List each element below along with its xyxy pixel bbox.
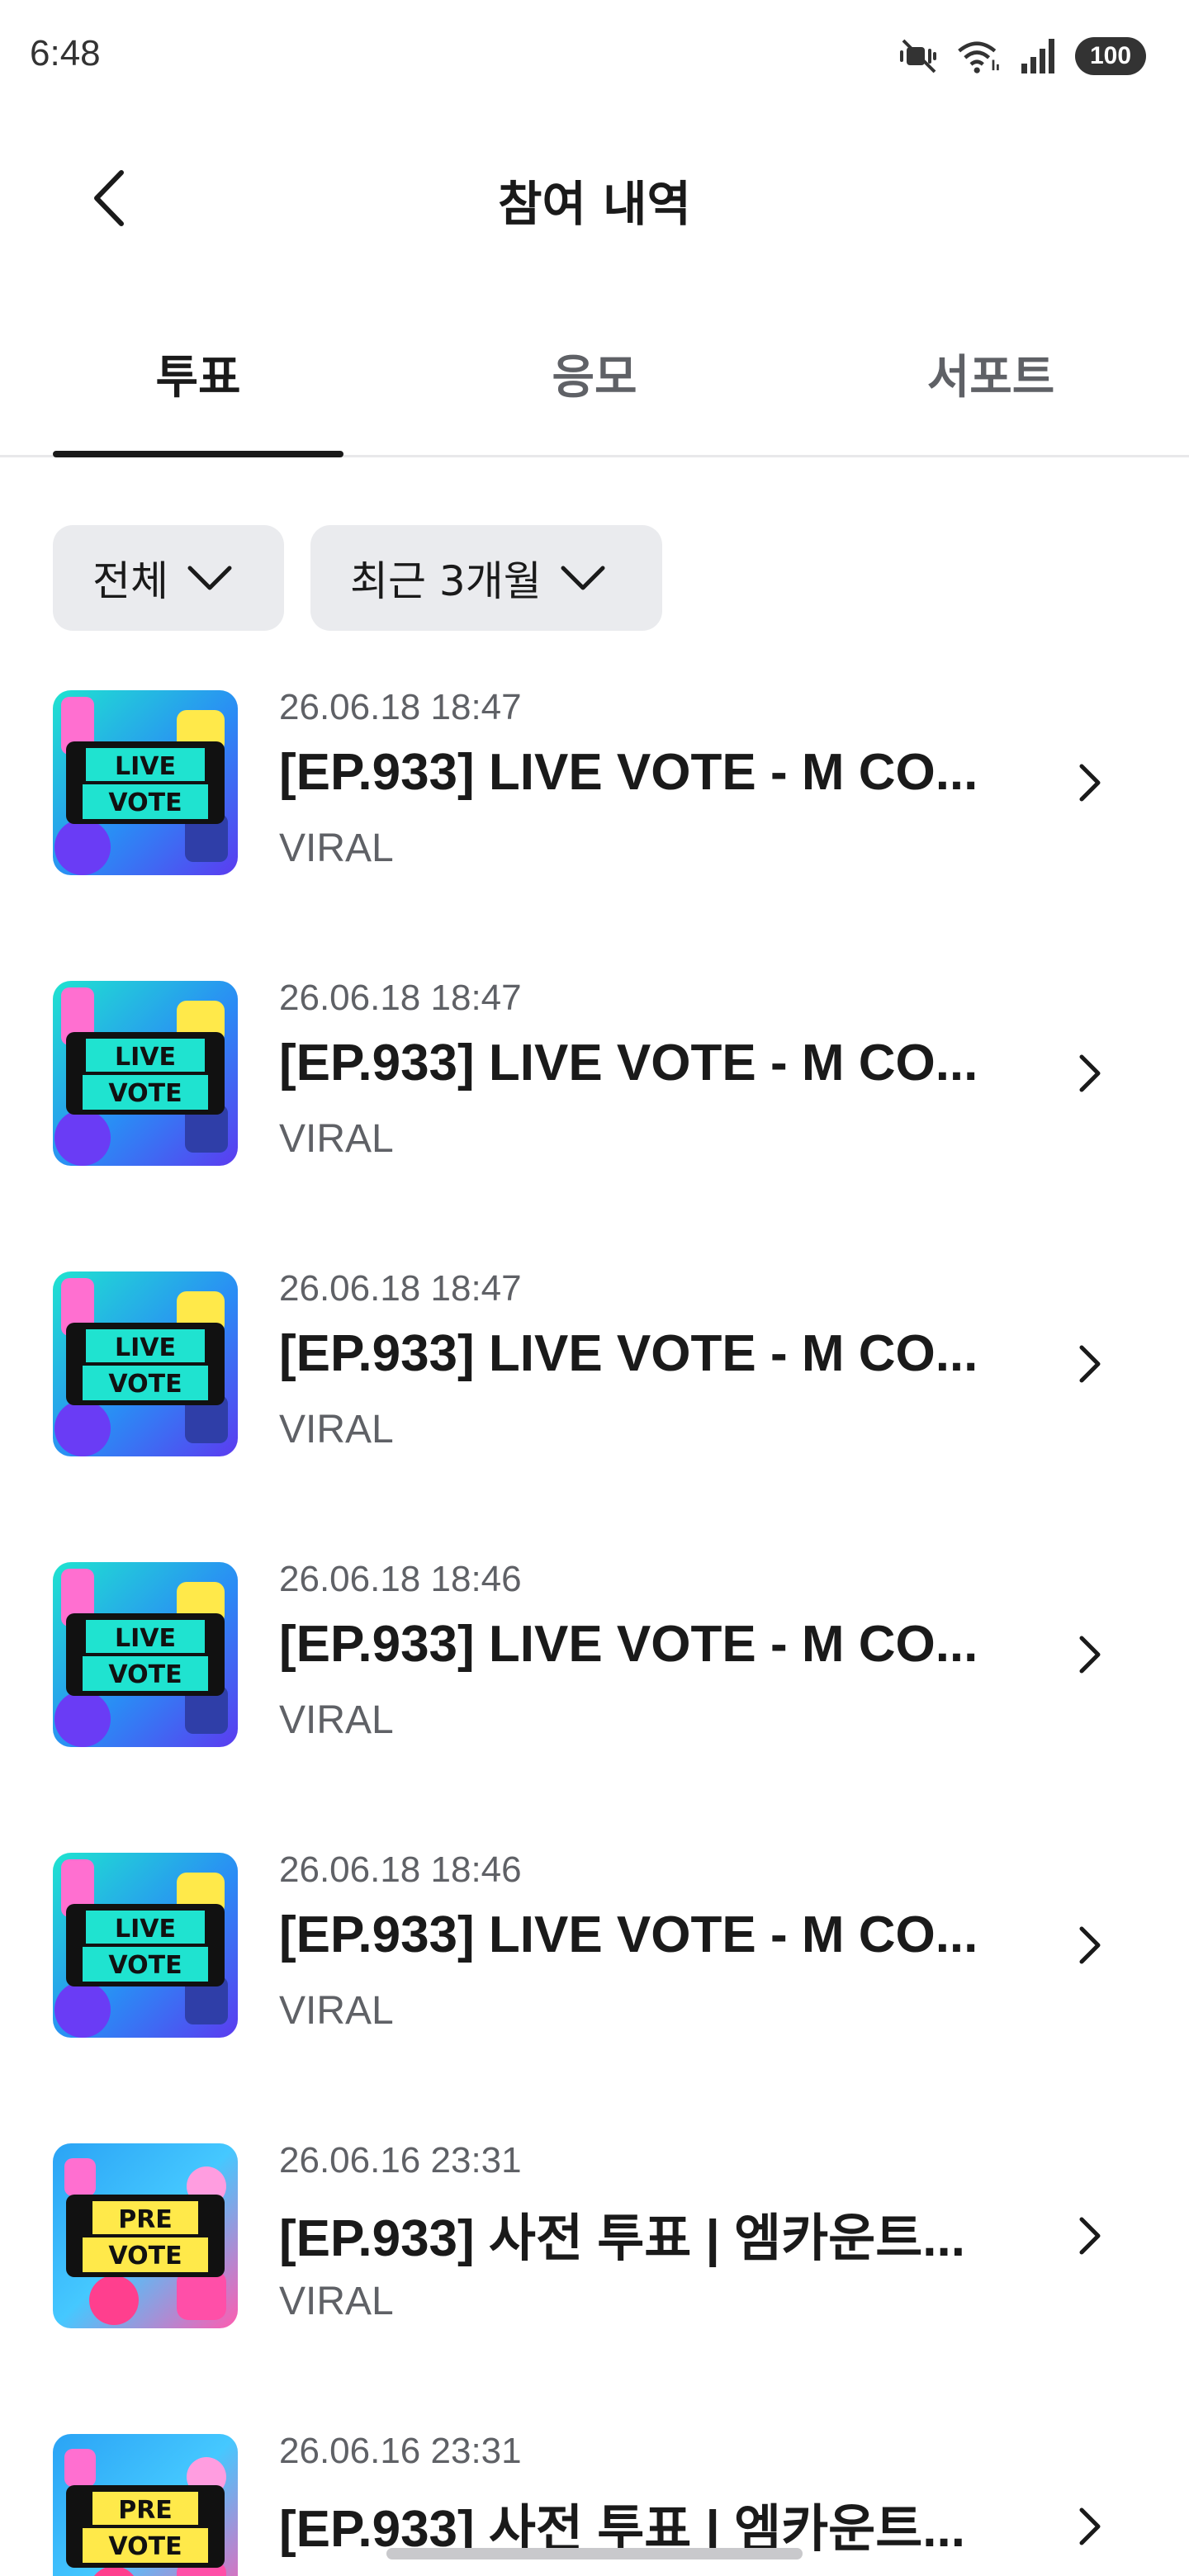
thumb-line2: VOTE (108, 2242, 182, 2271)
thumb-line2: VOTE (108, 788, 182, 817)
status-time: 6:48 (30, 33, 101, 73)
chevron-right-icon (1079, 2507, 1101, 2545)
live-vote-thumbnail: LIVE VOTE (53, 690, 238, 875)
tab-entry[interactable]: 응모 (449, 322, 740, 457)
filter-all-label: 전체 (92, 557, 168, 605)
filter-period-label: 최근 3개월 (350, 557, 542, 605)
chevron-down-icon (561, 566, 605, 590)
active-tab-indicator (53, 451, 343, 457)
item-subtitle: VIRAL (279, 1989, 394, 2033)
list-item[interactable]: PRE VOTE 26.06.16 23:31 [EP.933] 사전 투표 |… (0, 2140, 1189, 2328)
thumb-line2: VOTE (108, 1079, 182, 1108)
item-title: [EP.933] LIVE VOTE - M CO... (279, 1616, 978, 1673)
thumb-line2: VOTE (108, 1370, 182, 1399)
tab-support[interactable]: 서포트 (846, 322, 1136, 457)
wifi-icon (956, 34, 1001, 78)
status-icons: 100 (897, 33, 1146, 79)
live-vote-thumbnail: LIVE VOTE (53, 981, 238, 1166)
item-date: 26.06.18 18:46 (279, 1849, 522, 1890)
thumb-line1: LIVE (115, 1915, 176, 1944)
item-date: 26.06.18 18:47 (279, 978, 522, 1018)
item-subtitle: VIRAL (279, 1408, 394, 1451)
live-vote-thumbnail: LIVE VOTE (53, 1853, 238, 2038)
thumb-line2: VOTE (108, 1951, 182, 1980)
item-title: [EP.933] 사전 투표 | 엠카운트... (279, 2210, 965, 2267)
item-date: 26.06.18 18:47 (279, 1268, 522, 1309)
pre-vote-thumbnail: PRE VOTE (53, 2434, 238, 2576)
list-item[interactable]: LIVE VOTE 26.06.18 18:47 [EP.933] LIVE V… (0, 687, 1189, 875)
item-date: 26.06.16 23:31 (279, 2431, 522, 2471)
thumb-line2: VOTE (108, 1660, 182, 1689)
battery-indicator: 100 (1075, 37, 1146, 75)
chevron-right-icon (1079, 1636, 1101, 1674)
thumb-line1: PRE (118, 2205, 173, 2234)
pre-vote-thumbnail: PRE VOTE (53, 2143, 238, 2328)
header: 참여 내역 (0, 132, 1189, 264)
thumb-line1: LIVE (115, 1624, 176, 1653)
item-date: 26.06.18 18:47 (279, 687, 522, 727)
thumb-line1: LIVE (115, 752, 176, 781)
chevron-right-icon (1079, 2217, 1101, 2255)
chevron-right-icon (1079, 764, 1101, 802)
filter-period-dropdown[interactable]: 최근 3개월 (310, 525, 662, 631)
filter-all-dropdown[interactable]: 전체 (53, 525, 284, 631)
item-title: [EP.933] LIVE VOTE - M CO... (279, 1906, 978, 1963)
item-subtitle: VIRAL (279, 2280, 394, 2323)
live-vote-thumbnail: LIVE VOTE (53, 1562, 238, 1747)
item-title: [EP.933] LIVE VOTE - M CO... (279, 744, 978, 801)
item-title: [EP.933] LIVE VOTE - M CO... (279, 1035, 978, 1091)
chevron-right-icon (1079, 1054, 1101, 1092)
tab-vote[interactable]: 투표 (53, 322, 343, 457)
status-bar: 6:48 100 (0, 0, 1189, 107)
thumb-line1: PRE (118, 2496, 173, 2525)
page-title: 참여 내역 (498, 176, 691, 232)
item-date: 26.06.16 23:31 (279, 2140, 522, 2181)
live-vote-thumbnail: LIVE VOTE (53, 1271, 238, 1456)
signal-icon (1016, 34, 1060, 78)
list-item[interactable]: LIVE VOTE 26.06.18 18:46 [EP.933] LIVE V… (0, 1849, 1189, 2038)
thumb-line1: LIVE (115, 1333, 176, 1362)
mute-vibrate-icon (897, 34, 941, 78)
tab-bar: 투표 응모 서포트 (0, 322, 1189, 457)
thumb-line1: LIVE (115, 1043, 176, 1072)
item-subtitle: VIRAL (279, 1698, 394, 1742)
item-subtitle: VIRAL (279, 1117, 394, 1161)
home-indicator[interactable] (386, 2548, 803, 2559)
chevron-right-icon (1079, 1926, 1101, 1964)
list-item[interactable]: LIVE VOTE 26.06.18 18:46 [EP.933] LIVE V… (0, 1559, 1189, 1747)
list-item[interactable]: LIVE VOTE 26.06.18 18:47 [EP.933] LIVE V… (0, 1268, 1189, 1456)
chevron-down-icon (187, 566, 232, 590)
item-title: [EP.933] LIVE VOTE - M CO... (279, 1325, 978, 1382)
thumb-line2: VOTE (108, 2532, 182, 2561)
chevron-right-icon (1079, 1345, 1101, 1383)
item-subtitle: VIRAL (279, 826, 394, 870)
filter-bar: 전체 최근 3개월 (53, 525, 662, 631)
item-date: 26.06.18 18:46 (279, 1559, 522, 1599)
list-item[interactable]: LIVE VOTE 26.06.18 18:47 [EP.933] LIVE V… (0, 978, 1189, 1166)
